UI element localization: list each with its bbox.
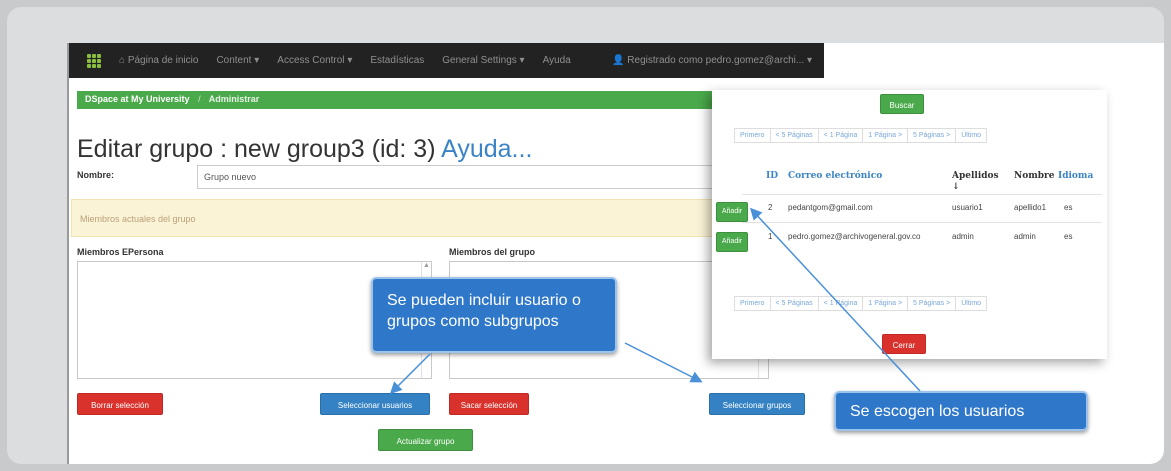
cell-language: es — [1064, 232, 1073, 241]
search-button[interactable]: Buscar — [880, 94, 924, 114]
nav-home[interactable]: ⌂ Página de inicio — [119, 55, 198, 66]
pager-next-1[interactable]: 1 Página > — [862, 128, 909, 143]
add-user-button[interactable]: Añadir — [716, 232, 748, 252]
breadcrumb-current: Administrar — [208, 94, 260, 104]
cell-id: 2 — [768, 203, 773, 212]
user-icon: 👤 — [612, 55, 625, 66]
header-lastname[interactable]: Apellidos — [952, 171, 999, 181]
nav-general-settings-menu[interactable]: General Settings ▾ — [442, 55, 524, 66]
pager-first[interactable]: Primero — [734, 296, 771, 311]
header-firstname[interactable]: Nombre — [1014, 171, 1055, 181]
group-name-input[interactable]: Grupo nuevo — [197, 165, 737, 189]
cell-firstname: apellido1 — [1014, 203, 1047, 212]
row-divider — [742, 222, 1102, 223]
cell-email: pedro.gomez@archivogeneral.gov.co — [788, 232, 921, 241]
pager-next-5[interactable]: 5 Páginas > — [907, 128, 957, 143]
header-email[interactable]: Correo electrónico — [788, 171, 882, 181]
pager-prev-1[interactable]: < 1 Página — [817, 296, 864, 311]
header-language[interactable]: Idioma — [1058, 171, 1093, 181]
nav-access-control-menu[interactable]: Access Control ▾ — [277, 55, 352, 66]
breadcrumb-separator: / — [198, 94, 201, 104]
callout-choose-users: Se escogen los usuarios — [834, 391, 1088, 431]
pager-bottom: Primero < 5 Páginas < 1 Página 1 Página >5 … — [734, 296, 988, 311]
add-user-button[interactable]: Añadir — [716, 202, 748, 222]
breadcrumb: DSpace at My University / Administrar — [77, 91, 767, 109]
delete-selection-button[interactable]: Borrar selección — [77, 393, 163, 415]
pager-prev-1[interactable]: < 1 Página — [817, 128, 864, 143]
nav-help[interactable]: Ayuda — [543, 55, 571, 66]
cell-firstname: admin — [1014, 232, 1036, 241]
nav-user-menu[interactable]: 👤 Registrado como pedro.gomez@archi... ▾ — [612, 55, 812, 66]
pager-prev-5[interactable]: < 5 Páginas — [769, 128, 819, 143]
name-label: Nombre: — [77, 170, 115, 180]
eperson-members-label: Miembros EPersona — [77, 247, 164, 257]
home-icon: ⌂ — [119, 55, 126, 66]
pager-first[interactable]: Primero — [734, 128, 771, 143]
pager-last[interactable]: Último — [955, 128, 988, 143]
update-group-button[interactable]: Actualizar grupo — [378, 429, 473, 451]
group-members-label: Miembros del grupo — [449, 247, 536, 257]
nav-statistics[interactable]: Estadísticas — [370, 55, 424, 66]
scroll-up-icon[interactable]: ▲ — [422, 262, 431, 269]
remove-selection-button[interactable]: Sacar selección — [449, 393, 529, 415]
tutorial-frame: ⌂ Página de inicio Content ▾ Access Cont… — [7, 7, 1164, 464]
caret-down-icon: ▾ — [254, 55, 260, 66]
select-users-button[interactable]: Seleccionar usuarios — [320, 393, 430, 415]
cell-language: es — [1064, 203, 1073, 212]
header-id[interactable]: ID — [766, 171, 778, 181]
select-groups-button[interactable]: Seleccionar grupos — [709, 393, 805, 415]
close-button[interactable]: Cerrar — [882, 334, 926, 354]
breadcrumb-site-link[interactable]: DSpace at My University — [85, 94, 190, 104]
caret-down-icon: ▾ — [519, 55, 525, 66]
cell-id: 1 — [768, 232, 773, 241]
help-link[interactable]: Ayuda... — [441, 135, 532, 163]
dspace-logo-icon[interactable] — [69, 43, 119, 78]
cell-email: pedantgom@gmail.com — [788, 203, 873, 212]
row-divider — [742, 194, 1102, 195]
nav-content-menu[interactable]: Content ▾ — [216, 55, 259, 66]
pager-next-5[interactable]: 5 Páginas > — [907, 296, 957, 311]
caret-down-icon: ▾ — [347, 55, 353, 66]
pager-prev-5[interactable]: < 5 Páginas — [769, 296, 819, 311]
pager-last[interactable]: Último — [955, 296, 988, 311]
cell-lastname: usuario1 — [952, 203, 983, 212]
page-title: Editar grupo : new group3 (id: 3) Ayuda.… — [77, 135, 533, 163]
pager-top: Primero < 5 Páginas < 1 Página 1 Página >5 … — [734, 128, 988, 143]
pager-next-1[interactable]: 1 Página > — [862, 296, 909, 311]
top-navbar: ⌂ Página de inicio Content ▾ Access Cont… — [69, 43, 824, 78]
callout-include-users-groups: Se pueden incluir usuario o grupos como … — [371, 277, 617, 353]
cell-lastname: admin — [952, 232, 974, 241]
members-alert: Miembros actuales del grupo — [71, 199, 761, 237]
user-search-popup: Buscar Primero < 5 Páginas < 1 Página 1 Pág… — [712, 90, 1107, 359]
caret-down-icon: ▾ — [806, 55, 812, 66]
sort-arrow-icon: ↓ — [952, 182, 960, 192]
